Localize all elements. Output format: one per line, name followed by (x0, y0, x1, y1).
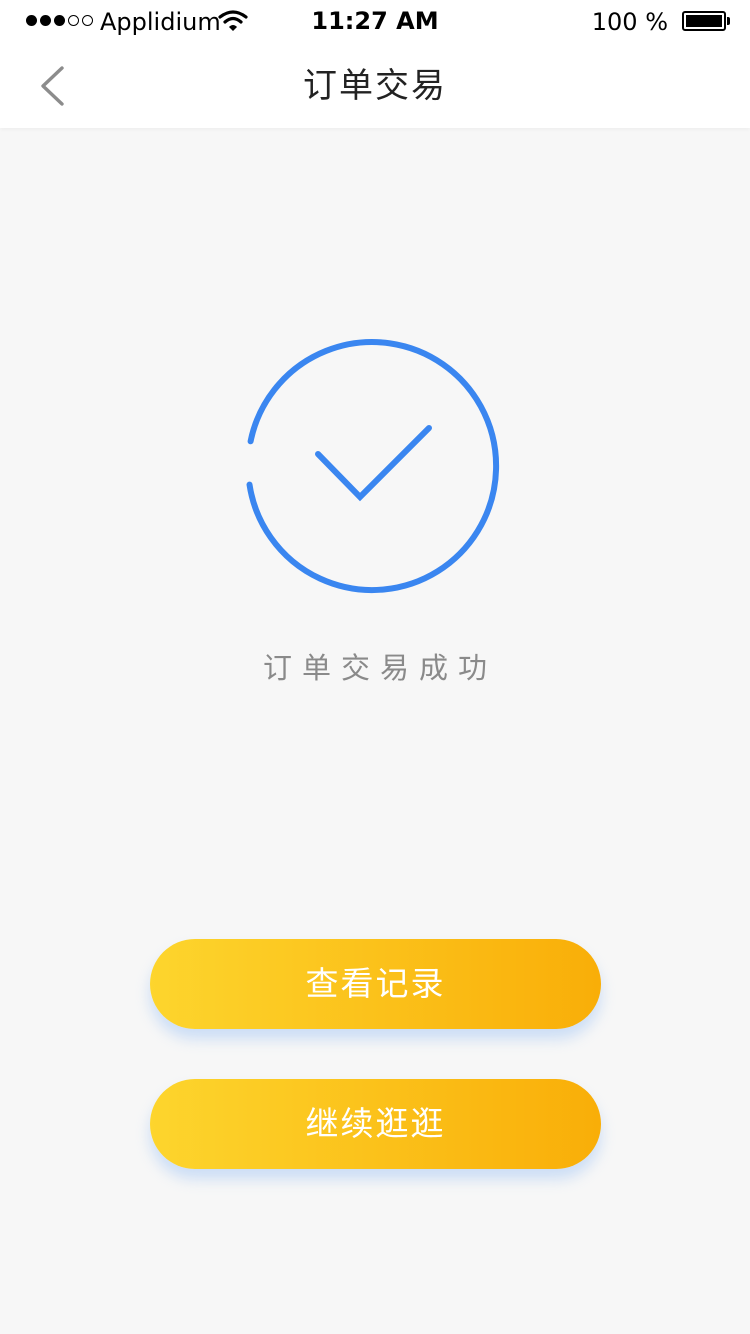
success-check-icon (241, 331, 505, 595)
view-records-button[interactable]: 查看记录 (150, 939, 601, 1029)
battery-icon (682, 11, 726, 31)
navigation-bar: 订单交易 (0, 44, 750, 128)
battery-cap (727, 17, 730, 25)
page-title: 订单交易 (303, 66, 447, 106)
battery-percentage: 100 % (591, 8, 668, 36)
continue-shopping-button[interactable]: 继续逛逛 (150, 1079, 601, 1169)
success-message: 订单交易成功 (262, 651, 497, 685)
status-bar: Applidium 11:27 AM 100 % (0, 0, 750, 44)
